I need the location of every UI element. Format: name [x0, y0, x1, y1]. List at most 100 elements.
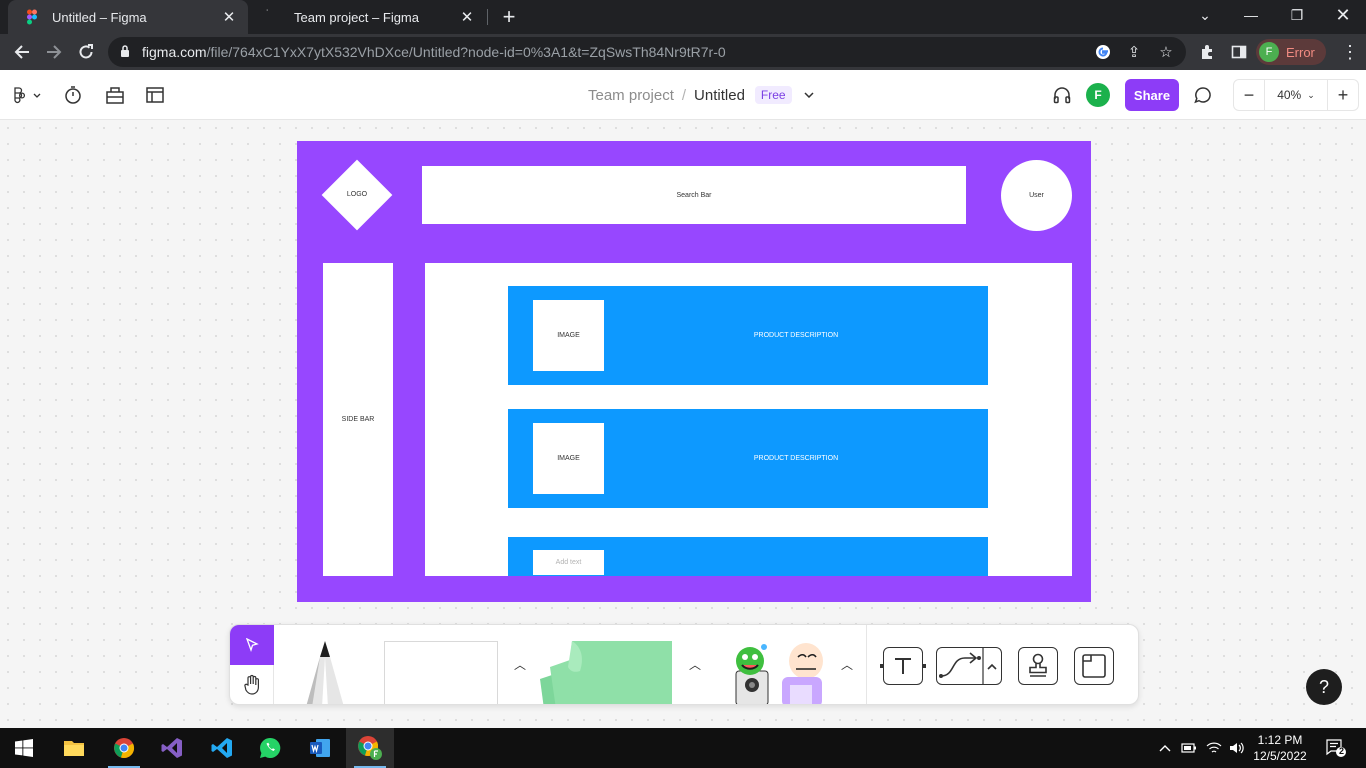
folder-icon — [64, 741, 84, 756]
share-page-icon[interactable]: ⇪ — [1125, 43, 1143, 61]
visual-studio-button[interactable] — [148, 728, 196, 768]
word-button[interactable] — [296, 728, 344, 768]
word-icon — [310, 739, 330, 757]
zoom-dropdown[interactable]: 40% ⌄ — [1264, 80, 1328, 110]
breadcrumb: Team project / Untitled Free — [588, 86, 814, 104]
hand-icon — [244, 674, 259, 695]
zoom-in-button[interactable]: + — [1328, 80, 1358, 110]
lock-icon — [121, 45, 129, 57]
stickers-tool[interactable] — [726, 641, 830, 704]
plan-badge: Free — [754, 86, 792, 104]
vscode-button[interactable] — [198, 728, 246, 768]
browser-menu-button[interactable]: ⋮ — [1336, 38, 1364, 66]
breadcrumb-separator: / — [681, 86, 687, 104]
new-tab-button[interactable]: + — [498, 6, 520, 28]
close-tab-icon[interactable]: ✕ — [458, 8, 476, 26]
move-tool[interactable] — [230, 625, 274, 665]
chevron-up-icon[interactable]: ︿ — [511, 653, 529, 675]
profile-status: Error — [1286, 44, 1315, 60]
forward-button[interactable] — [40, 38, 68, 66]
breadcrumb-project[interactable]: Team project — [588, 87, 674, 104]
marker-tool[interactable] — [298, 637, 352, 704]
profile-button[interactable]: F Error — [1256, 39, 1326, 65]
tab-search-icon[interactable]: ⌄ — [1182, 0, 1228, 30]
chrome-figma-button[interactable] — [346, 728, 394, 768]
card-image[interactable]: IMAGE — [533, 423, 604, 494]
help-button[interactable]: ? — [1306, 669, 1342, 705]
notification-center-button[interactable]: 2 — [1324, 739, 1348, 757]
file-explorer-button[interactable] — [50, 728, 98, 768]
text-tool[interactable] — [878, 647, 928, 685]
timer-button[interactable] — [62, 84, 84, 106]
comments-button[interactable] — [1192, 84, 1214, 106]
back-button[interactable] — [8, 38, 36, 66]
file-name[interactable]: Untitled — [694, 87, 745, 104]
screen: Untitled – Figma ✕ ˙ Team project – Figm… — [0, 0, 1366, 768]
bookmark-star-icon[interactable]: ☆ — [1157, 43, 1175, 61]
tab-team-project[interactable]: ˙ Team project – Figma ✕ — [250, 0, 486, 34]
search-bar-shape[interactable]: Search Bar — [422, 166, 966, 224]
close-window-button[interactable]: ✕ — [1320, 0, 1366, 30]
user-label: User — [1029, 192, 1044, 199]
tab-divider — [487, 9, 488, 25]
chrome-profile-icon — [358, 736, 382, 760]
resources-button[interactable] — [104, 84, 126, 106]
connector-tool[interactable] — [936, 647, 1002, 685]
vscode-icon — [211, 738, 232, 758]
product-card[interactable]: IMAGE PRODUCT DESCRIPTION — [508, 409, 988, 508]
loading-favicon-icon: ˙ — [266, 9, 270, 20]
dock-divider — [866, 625, 867, 704]
section-icon — [1082, 654, 1106, 678]
url-text: figma.com/file/764xC1YxX7ytX532VhDXce/Un… — [142, 44, 726, 60]
sticky-note-icon — [540, 641, 672, 704]
stamp-tool[interactable] — [1018, 647, 1058, 685]
google-lens-icon[interactable] — [1094, 43, 1112, 61]
wireframe-frame[interactable]: LOGO Search Bar User SIDE BAR IMAGE PROD… — [297, 141, 1091, 602]
layout-button[interactable] — [144, 84, 166, 106]
timer-icon — [65, 86, 81, 104]
wifi-icon[interactable] — [1205, 739, 1223, 757]
profile-avatar: F — [1259, 42, 1279, 62]
whatsapp-button[interactable] — [246, 728, 294, 768]
user-avatar[interactable]: F — [1086, 83, 1110, 107]
close-tab-icon[interactable]: ✕ — [220, 8, 238, 26]
battery-icon[interactable] — [1180, 739, 1198, 757]
chrome-button[interactable] — [100, 728, 148, 768]
start-button[interactable] — [0, 728, 48, 768]
zoom-out-button[interactable]: − — [1234, 80, 1264, 110]
product-description: PRODUCT DESCRIPTION — [753, 332, 839, 339]
chevron-up-icon[interactable]: ︿ — [686, 653, 704, 675]
cursor-arrow-icon — [245, 638, 259, 652]
show-hidden-icons-button[interactable] — [1156, 739, 1174, 757]
reload-button[interactable] — [72, 38, 100, 66]
chevron-up-icon[interactable]: ︿ — [838, 653, 856, 675]
content-area[interactable]: IMAGE PRODUCT DESCRIPTION IMAGE PRODUCT … — [425, 263, 1072, 576]
shape-tool[interactable] — [384, 641, 498, 704]
marker-icon — [306, 641, 344, 704]
section-tool[interactable] — [1074, 647, 1114, 685]
hand-tool[interactable] — [230, 665, 274, 704]
audio-button[interactable] — [1051, 84, 1073, 106]
product-card[interactable]: IMAGE PRODUCT DESCRIPTION — [508, 286, 988, 385]
chevron-down-icon[interactable] — [804, 89, 814, 101]
minimize-button[interactable]: — — [1228, 0, 1274, 30]
side-panel-button[interactable] — [1225, 38, 1253, 66]
volume-icon[interactable] — [1228, 739, 1246, 757]
system-clock[interactable]: 1:12 PM 12/5/2022 — [1252, 732, 1308, 764]
restore-button[interactable]: ❐ — [1274, 0, 1320, 30]
url-host: figma.com — [142, 44, 207, 60]
tool-dock: ︿ ︿ ︿ — [229, 624, 1139, 705]
address-bar[interactable]: figma.com/file/764xC1YxX7ytX532VhDXce/Un… — [108, 37, 1186, 67]
share-button[interactable]: Share — [1125, 79, 1179, 111]
main-menu-button[interactable] — [12, 84, 42, 106]
stickers-icon — [735, 643, 823, 704]
card-image[interactable]: IMAGE — [533, 300, 604, 371]
product-card[interactable]: Add text — [508, 537, 988, 576]
tab-untitled[interactable]: Untitled – Figma ✕ — [8, 0, 248, 34]
sticky-note-tool[interactable] — [536, 639, 676, 704]
extensions-button[interactable] — [1193, 38, 1221, 66]
add-text-placeholder[interactable]: Add text — [533, 550, 604, 575]
user-shape[interactable]: User — [1001, 160, 1072, 231]
sidebar-shape[interactable]: SIDE BAR — [323, 263, 393, 576]
clock-date: 12/5/2022 — [1253, 749, 1307, 763]
